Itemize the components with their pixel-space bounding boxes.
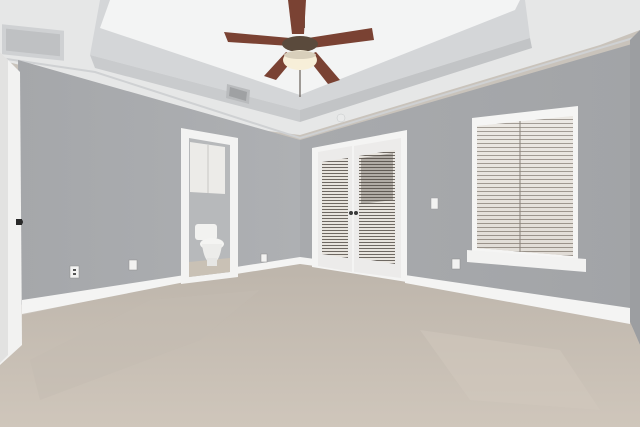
electrical-outlet bbox=[451, 258, 461, 270]
electrical-outlet bbox=[128, 259, 138, 271]
door-handle bbox=[354, 211, 358, 215]
electrical-outlet bbox=[260, 253, 268, 263]
door-handle bbox=[349, 211, 353, 215]
smoke-detector bbox=[336, 113, 346, 123]
light-switch bbox=[430, 197, 439, 210]
electrical-outlet bbox=[69, 265, 80, 279]
window-with-blinds bbox=[467, 106, 586, 272]
bathroom-doorway bbox=[181, 128, 238, 284]
entry-door bbox=[0, 52, 23, 365]
bedroom-photo bbox=[0, 0, 640, 427]
french-doors bbox=[312, 130, 407, 282]
